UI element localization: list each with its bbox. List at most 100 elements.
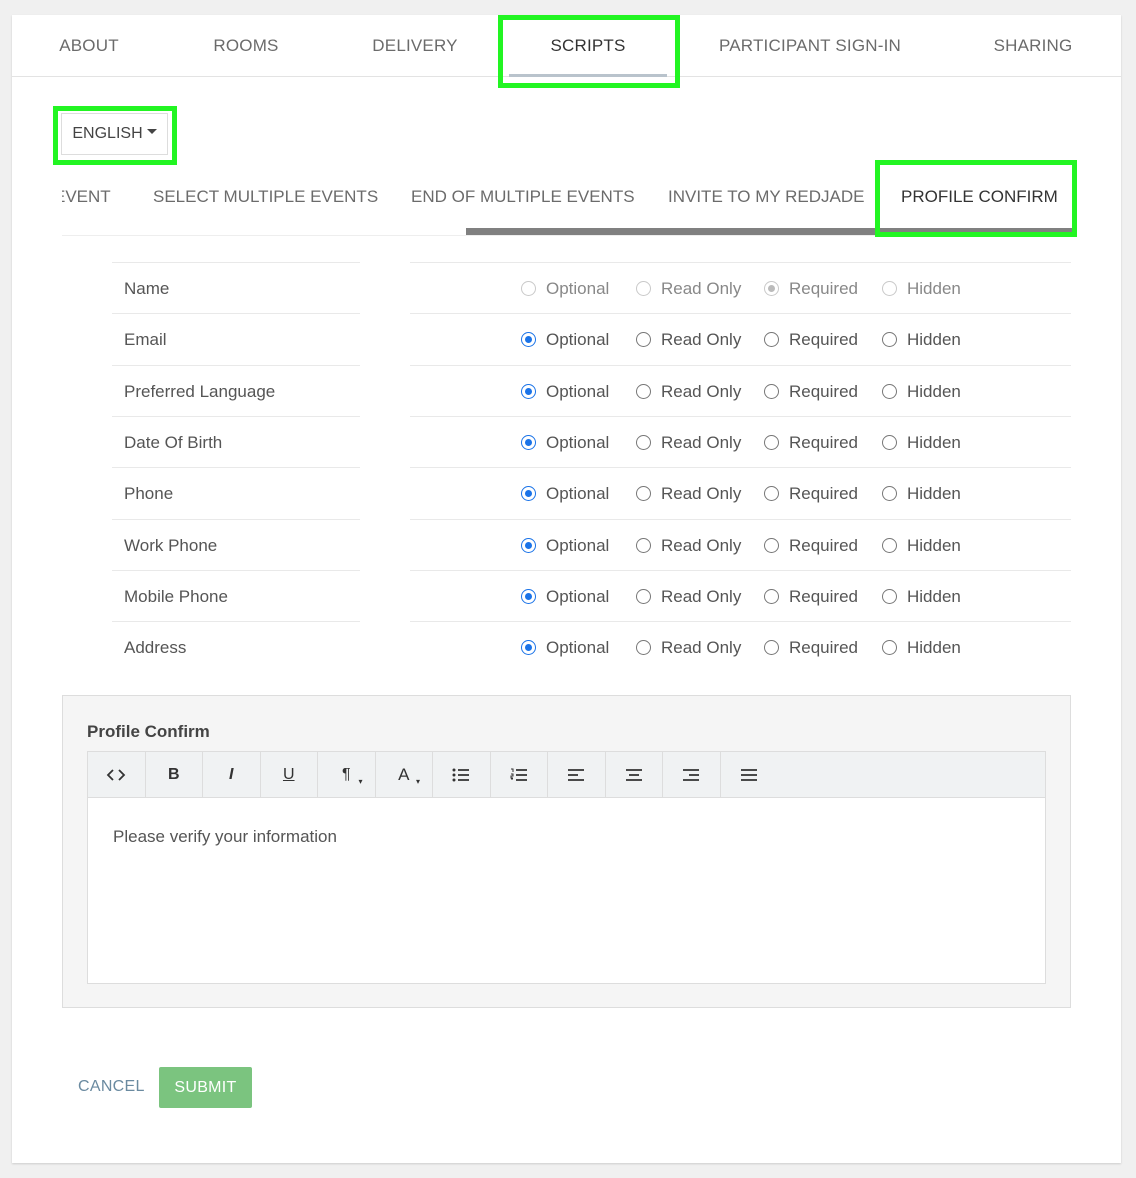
option-read-only[interactable]: Read Only xyxy=(636,468,741,519)
option-label: Optional xyxy=(546,381,610,401)
radio-button[interactable] xyxy=(521,538,536,553)
radio-button[interactable] xyxy=(764,435,779,450)
option-hidden[interactable]: Hidden xyxy=(882,417,961,468)
option-hidden[interactable]: Hidden xyxy=(882,571,961,622)
font-color-button[interactable]: A ▾ xyxy=(376,752,433,798)
radio-button[interactable] xyxy=(521,435,536,450)
language-label: ENGLISH xyxy=(72,125,143,142)
option-optional[interactable]: Optional xyxy=(521,468,609,519)
cancel-button[interactable]: CANCEL xyxy=(78,1067,145,1107)
radio-button[interactable] xyxy=(521,384,536,399)
justify-button[interactable] xyxy=(721,752,779,798)
option-required[interactable]: Required xyxy=(764,520,858,571)
radio-button[interactable] xyxy=(521,332,536,347)
underline-button[interactable]: U xyxy=(261,752,318,798)
radio-button[interactable] xyxy=(636,332,651,347)
tab-invite-to-my-redjade[interactable]: INVITE TO MY REDJADE xyxy=(668,160,865,234)
option-read-only[interactable]: Read Only xyxy=(636,520,741,571)
radio-button[interactable] xyxy=(636,589,651,604)
option-hidden[interactable]: Hidden xyxy=(882,314,961,365)
align-center-button[interactable] xyxy=(606,752,663,798)
option-label: Hidden xyxy=(907,586,961,606)
tab-rooms[interactable]: ROOMS xyxy=(208,15,284,77)
tab-scripts[interactable]: SCRIPTS xyxy=(505,15,671,77)
option-read-only[interactable]: Read Only xyxy=(636,571,741,622)
radio-button[interactable] xyxy=(636,435,651,450)
option-optional[interactable]: Optional xyxy=(521,622,609,673)
option-optional[interactable]: Optional xyxy=(521,520,609,571)
tab-participant-sign-in[interactable]: PARTICIPANT SIGN-IN xyxy=(715,15,905,77)
option-label: Optional xyxy=(546,278,610,298)
font-color-icon: A xyxy=(398,765,410,784)
option-read-only[interactable]: Read Only xyxy=(636,366,741,417)
tab-label: INVITE TO MY REDJADE xyxy=(668,187,865,206)
tab-event[interactable]: EVENT xyxy=(62,160,111,234)
option-optional[interactable]: Optional xyxy=(521,314,609,365)
option-optional[interactable]: Optional xyxy=(521,366,609,417)
option-hidden[interactable]: Hidden xyxy=(882,468,961,519)
bold-button[interactable]: B xyxy=(146,752,203,798)
option-label: Required xyxy=(789,381,858,401)
option-read-only[interactable]: Read Only xyxy=(636,622,741,673)
radio-button[interactable] xyxy=(764,538,779,553)
tab-label: EVENT xyxy=(62,187,111,206)
radio-button[interactable] xyxy=(521,589,536,604)
option-optional[interactable]: Optional xyxy=(521,571,609,622)
tab-about[interactable]: ABOUT xyxy=(52,15,126,77)
option-read-only[interactable]: Read Only xyxy=(636,417,741,468)
option-label: Optional xyxy=(546,586,610,606)
radio-button[interactable] xyxy=(882,384,897,399)
radio-button[interactable] xyxy=(882,640,897,655)
submit-button[interactable]: SUBMIT xyxy=(159,1067,252,1108)
option-hidden[interactable]: Hidden xyxy=(882,520,961,571)
radio-button xyxy=(882,281,897,296)
paragraph-style-button[interactable]: ¶ ▾ xyxy=(318,752,376,798)
radio-button[interactable] xyxy=(764,640,779,655)
italic-button[interactable]: I xyxy=(203,752,261,798)
radio-button[interactable] xyxy=(882,435,897,450)
radio-button[interactable] xyxy=(636,486,651,501)
option-hidden[interactable]: Hidden xyxy=(882,622,961,673)
tab-label: SELECT MULTIPLE EVENTS xyxy=(153,187,379,206)
option-label: Read Only xyxy=(661,432,742,452)
radio-button[interactable] xyxy=(882,332,897,347)
ordered-list-button[interactable] xyxy=(491,752,548,798)
code-view-button[interactable] xyxy=(88,752,146,798)
option-hidden[interactable]: Hidden xyxy=(882,366,961,417)
option-required[interactable]: Required xyxy=(764,622,858,673)
option-required[interactable]: Required xyxy=(764,417,858,468)
tab-select-multiple-events[interactable]: SELECT MULTIPLE EVENTS xyxy=(153,160,378,234)
radio-button[interactable] xyxy=(636,384,651,399)
tab-sharing[interactable]: SHARING xyxy=(987,15,1079,77)
option-label: Hidden xyxy=(907,329,961,349)
radio-button[interactable] xyxy=(882,538,897,553)
option-required[interactable]: Required xyxy=(764,366,858,417)
tab-label: DELIVERY xyxy=(372,36,458,55)
radio-button[interactable] xyxy=(764,332,779,347)
radio-button[interactable] xyxy=(764,486,779,501)
option-optional[interactable]: Optional xyxy=(521,417,609,468)
radio-button[interactable] xyxy=(882,486,897,501)
tab-end-of-multiple-events[interactable]: END OF MULTIPLE EVENTS xyxy=(411,160,635,234)
option-hidden: Hidden xyxy=(882,263,961,314)
option-required[interactable]: Required xyxy=(764,571,858,622)
tab-delivery[interactable]: DELIVERY xyxy=(367,15,463,77)
align-right-button[interactable] xyxy=(663,752,721,798)
option-required[interactable]: Required xyxy=(764,468,858,519)
radio-button[interactable] xyxy=(764,384,779,399)
align-left-button[interactable] xyxy=(548,752,606,798)
unordered-list-button[interactable] xyxy=(433,752,491,798)
editor-content[interactable]: Please verify your information xyxy=(113,827,337,847)
option-read-only[interactable]: Read Only xyxy=(636,314,741,365)
radio-button[interactable] xyxy=(764,589,779,604)
radio-button[interactable] xyxy=(882,589,897,604)
radio-button[interactable] xyxy=(636,538,651,553)
radio-button[interactable] xyxy=(521,640,536,655)
option-label: Optional xyxy=(546,432,610,452)
option-label: Hidden xyxy=(907,278,961,298)
radio-button[interactable] xyxy=(521,486,536,501)
language-dropdown[interactable]: ENGLISH xyxy=(61,113,168,155)
radio-button[interactable] xyxy=(636,640,651,655)
option-required[interactable]: Required xyxy=(764,314,858,365)
tab-profile-confirm[interactable]: PROFILE CONFIRM xyxy=(901,160,1058,234)
